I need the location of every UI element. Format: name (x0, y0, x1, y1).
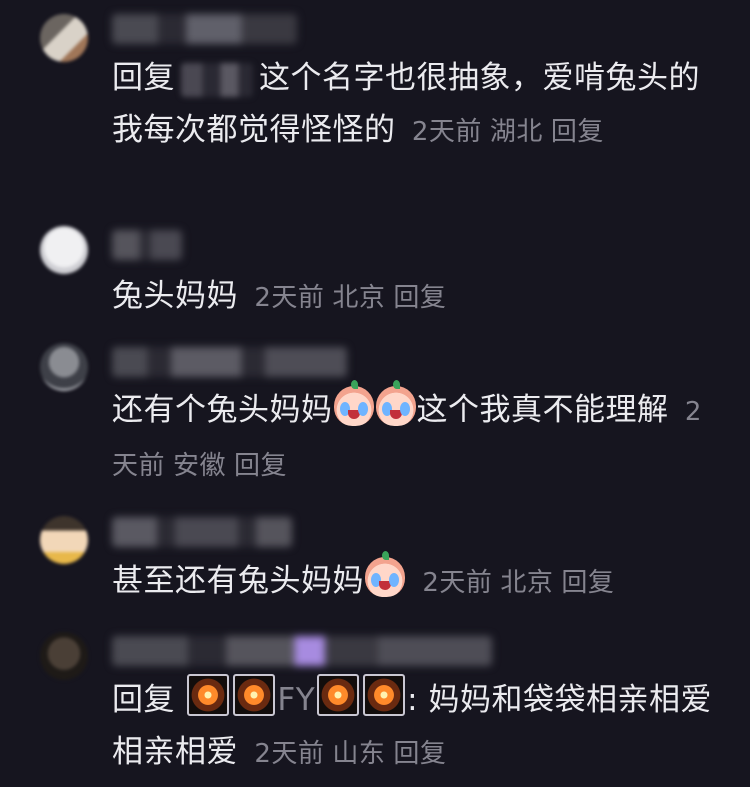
comment-location: 湖北 (489, 117, 543, 147)
comment-body: 兔头妈妈 2天前 北京 回复 (112, 270, 722, 324)
comment-meta: 2天前 北京 回复 (422, 568, 622, 598)
avatar[interactable] (40, 632, 88, 680)
avatar[interactable] (40, 14, 88, 62)
username[interactable] (112, 230, 182, 260)
comment-location: 北京 (500, 568, 554, 598)
avatar[interactable] (40, 343, 88, 391)
username[interactable] (112, 347, 347, 377)
username[interactable] (112, 517, 292, 547)
comment-body: 回复 FY: 妈妈和袋袋相亲相爱相亲相爱 2天前 山东 回复 (112, 674, 722, 780)
comment-location: 山东 (332, 739, 386, 769)
comment-time: 2天前 (254, 739, 325, 769)
reply-button[interactable]: 回复 (551, 117, 604, 147)
firework-emoji (233, 674, 276, 716)
comment-location: 安徽 (173, 451, 227, 481)
comment-meta: 2天前 湖北 回复 (412, 117, 612, 147)
crying-face-emoji (365, 551, 405, 597)
comment-time: 2天前 (411, 117, 482, 147)
comment-body: 还有个兔头妈妈 这个我真不能理解 2天前 安徽 回复 (112, 380, 722, 492)
comment-time: 2天前 (254, 283, 325, 313)
reply-button[interactable]: 回复 (234, 451, 287, 481)
mention-username[interactable] (181, 62, 253, 97)
reply-prefix: 回复 (112, 682, 175, 718)
comment-location: 北京 (332, 283, 386, 313)
reply-button[interactable]: 回复 (393, 283, 446, 313)
comment-text: 甚至还有兔头妈妈 (112, 563, 364, 599)
comment-meta: 2天前 北京 回复 (254, 283, 454, 313)
comment-body: 回复 这个名字也很抽象，爱啃兔头的我每次都觉得怪怪的 2天前 湖北 回复 (112, 52, 722, 158)
avatar[interactable] (40, 516, 88, 564)
crying-face-emoji (333, 380, 374, 426)
firework-emoji (363, 674, 406, 716)
reply-prefix: 回复 (112, 60, 175, 96)
firework-emoji (187, 674, 230, 716)
mention-fragment[interactable]: FY (277, 682, 315, 718)
comment-time: 2天前 (422, 568, 493, 598)
reply-button[interactable]: 回复 (561, 568, 614, 598)
comment-body: 甚至还有兔头妈妈 2天前 北京 回复 (112, 551, 722, 609)
avatar[interactable] (40, 226, 88, 274)
username[interactable] (112, 14, 297, 44)
comment-meta: 2天前 山东 回复 (254, 739, 454, 769)
comment-text: 还有个兔头妈妈 (112, 392, 333, 428)
crying-face-emoji (375, 380, 416, 426)
username[interactable] (112, 636, 492, 666)
comment-text-continued: 这个我真不能理解 (416, 392, 669, 428)
firework-emoji (317, 674, 360, 716)
comment-text: 兔头妈妈 (112, 278, 238, 314)
reply-button[interactable]: 回复 (393, 739, 446, 769)
